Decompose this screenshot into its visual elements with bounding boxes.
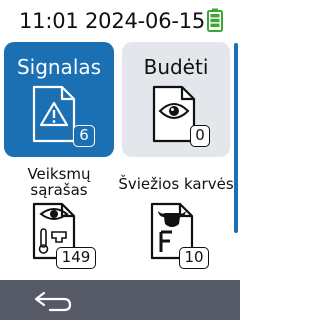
tile-label-line2: sąrašas: [30, 181, 88, 199]
battery-icon: [207, 8, 223, 32]
count-badge: 149: [56, 247, 96, 269]
bottom-bar: [0, 280, 240, 320]
tile-label: Šviežios karvės: [118, 175, 234, 193]
clock: 11:01 2024-06-15: [19, 9, 205, 33]
tile-label-line1: Veiksmų: [27, 165, 91, 183]
status-bar: 11:01 2024-06-15: [0, 0, 240, 38]
tile-label: Signalas: [16, 55, 102, 79]
tile-label: Veiksmų sąrašas: [4, 166, 114, 198]
tile-sviezios-karves[interactable]: Šviežios karvės 10: [118, 162, 234, 280]
count-badge: 0: [190, 125, 210, 147]
tile-signalas[interactable]: Signalas 6: [4, 42, 114, 157]
tile-label: Budėti: [143, 55, 209, 79]
time: 11:01: [19, 9, 79, 33]
tile-veiksmu-sarasas[interactable]: Veiksmų sąrašas 149: [4, 162, 114, 280]
back-arrow-icon[interactable]: [30, 286, 76, 314]
warning-document-icon: [32, 85, 76, 143]
tile-budeti[interactable]: Budėti 0: [122, 42, 230, 157]
menu-grid: Signalas 6 Budėti 0 Veiksmų sąrašas 149 …: [0, 38, 240, 280]
count-badge: 10: [179, 247, 209, 269]
count-badge: 6: [73, 125, 95, 147]
scrollbar[interactable]: [234, 43, 238, 233]
date: 2024-06-15: [85, 9, 206, 33]
